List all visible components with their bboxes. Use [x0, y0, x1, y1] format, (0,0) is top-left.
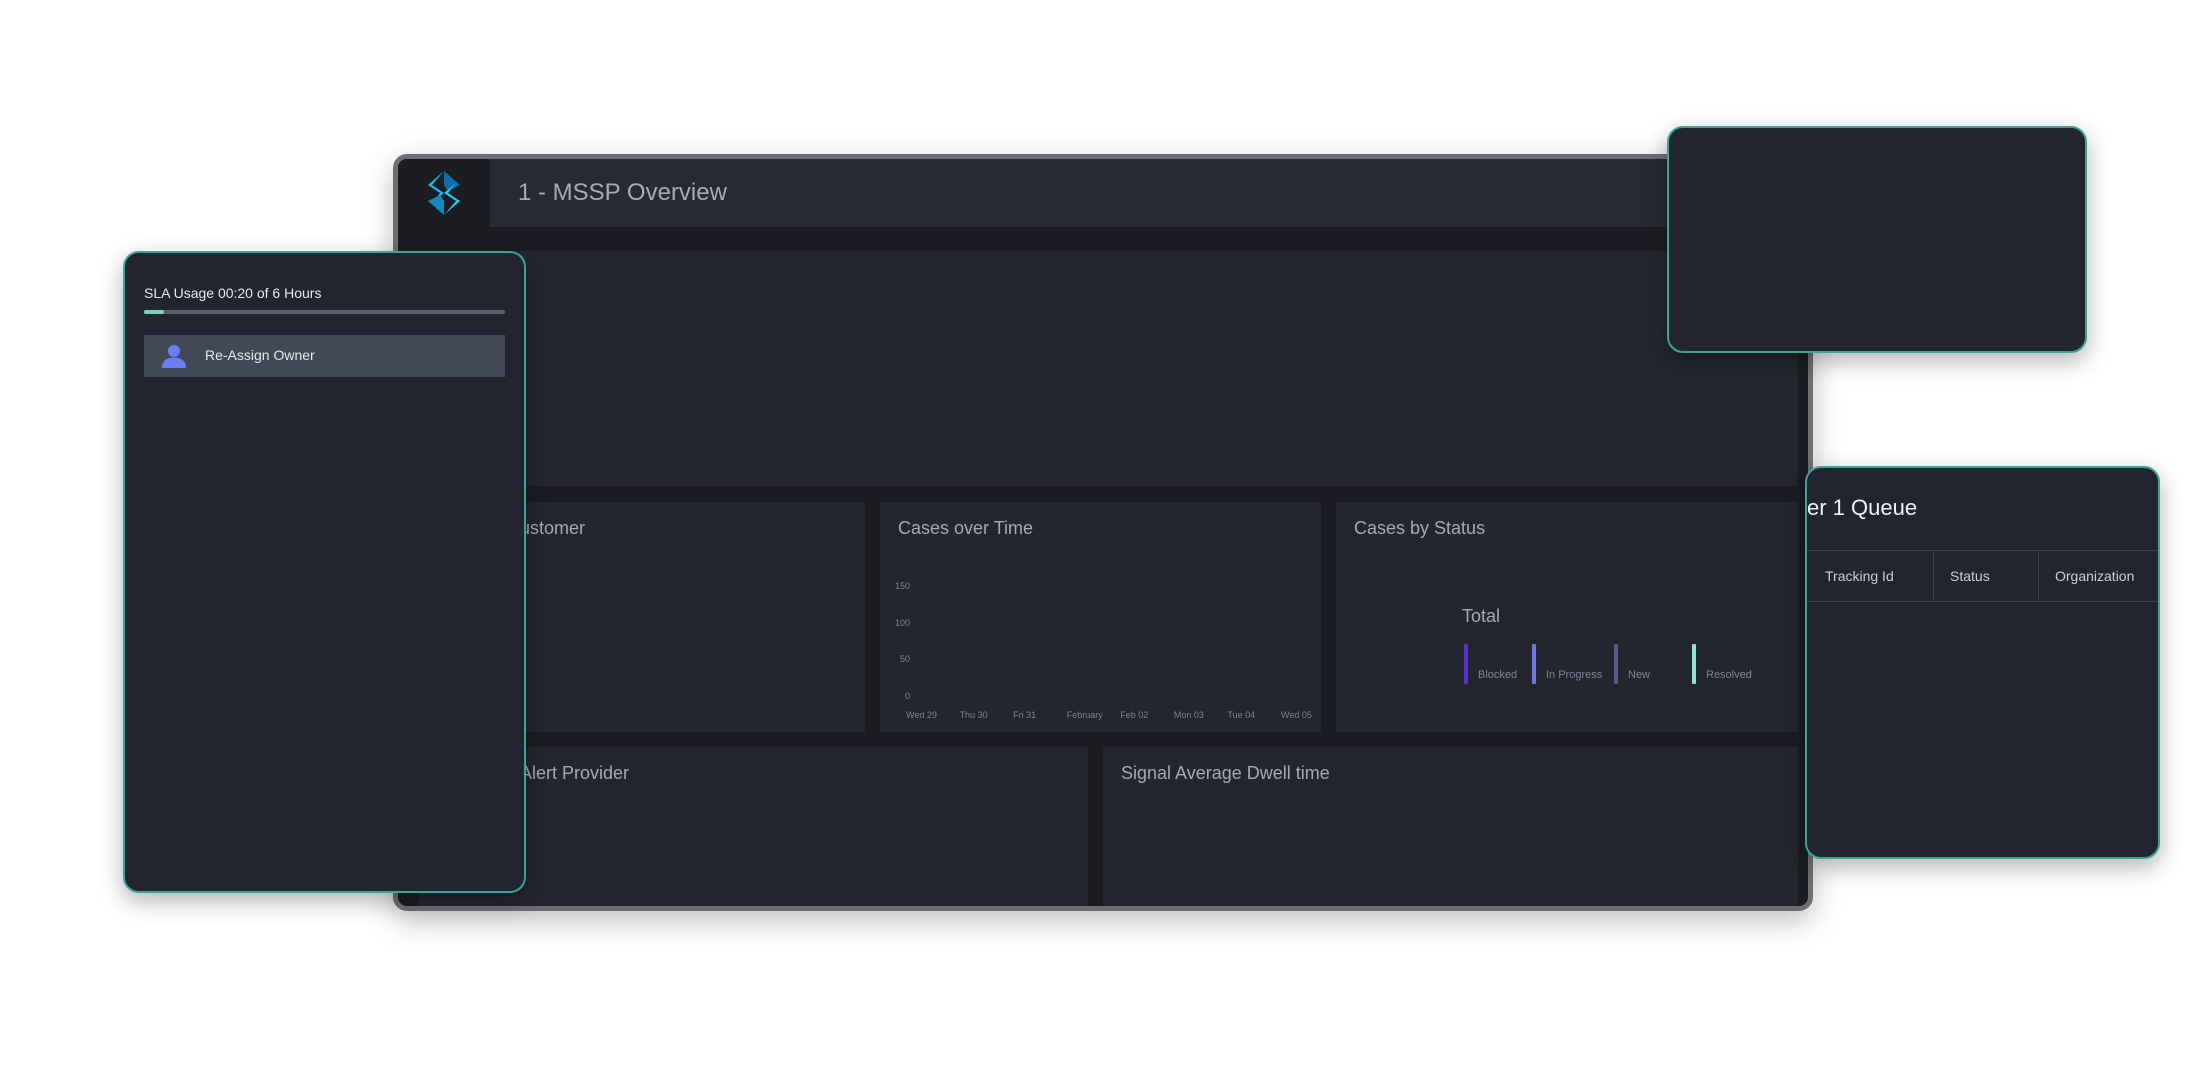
top-bar: 1 - MSSP Overview: [398, 159, 1808, 227]
tier-1-queue-card: er 1 Queue Tracking Id Status Organizati…: [1805, 466, 2160, 859]
logo-icon: [428, 171, 460, 215]
status-legend-label: New: [1628, 669, 1651, 681]
reassign-owner-label: Re-Assign Owner: [205, 347, 315, 363]
app-logo[interactable]: [398, 159, 490, 227]
panel-title: ustomer: [520, 518, 586, 538]
dwell-time-panel: Signal Average Dwell time: [1103, 747, 1798, 906]
y-tick-label: 50: [899, 654, 910, 665]
sla-card: SLA Usage 00:20 of 6 Hours Re-Assign Own…: [123, 251, 526, 893]
cases-over-time-panel: Cases over Time 150 100 50 0 Wed 29 Thu 30 Fri…: [880, 502, 1321, 732]
status-legend-swatch: [1464, 644, 1468, 684]
x-tick-label: Wed 29: [906, 710, 937, 720]
x-tick-label: Feb 02: [1120, 710, 1149, 720]
x-tick-label: Mon 03: [1173, 710, 1204, 720]
status-legend-swatch: [1614, 644, 1618, 684]
x-tick-label: Thu 30: [959, 710, 988, 720]
sla-progress-fill: [144, 310, 165, 314]
x-tick-label: Fri 31: [1013, 710, 1037, 720]
person-icon: [162, 345, 186, 368]
page-title: 1 - MSSP Overview: [518, 179, 727, 206]
summary-panel: [418, 251, 1798, 486]
sla-usage-label: SLA Usage 00:20 of 6 Hours: [144, 285, 322, 301]
column-divider: [2038, 551, 2039, 601]
x-tick-label: February: [1066, 710, 1103, 720]
panel-title: Alert Provider: [520, 763, 630, 783]
reassign-owner-button[interactable]: Re-Assign Owner: [144, 335, 505, 377]
dashboard-window: 1 - MSSP Overview ustomer Cases over Tim…: [393, 154, 1813, 911]
panel-title: Signal Average Dwell time: [1121, 763, 1330, 783]
sla-progress-bar: [144, 310, 505, 314]
status-legend-swatch: [1692, 644, 1696, 684]
y-tick-label: 0: [904, 691, 910, 701]
status-legend: Blocked In Progress New Resolved: [1336, 502, 1798, 732]
x-tick-label: Wed 05: [1281, 710, 1312, 720]
column-header-status[interactable]: Status: [1950, 551, 1990, 601]
cases-over-time-chart: 150 100 50 0 Wed 29 Thu 30 Fri 31 February Feb 0…: [880, 502, 1321, 732]
y-tick-label: 100: [894, 617, 910, 628]
status-legend-swatch: [1532, 644, 1536, 684]
column-divider: [1933, 551, 1934, 601]
cases-by-status-panel: Cases by Status Total Blocked In Progress…: [1336, 502, 1798, 732]
x-tick-label: Tue 04: [1227, 710, 1256, 720]
status-legend-label: Blocked: [1478, 669, 1518, 681]
queue-title: er 1 Queue: [1807, 495, 1918, 520]
status-legend-label: Resolved: [1706, 669, 1752, 681]
column-header-organization[interactable]: Organization: [2055, 551, 2134, 601]
floating-blank-card: [1667, 126, 2087, 353]
queue-table-header: Tracking Id Status Organization: [1807, 550, 2158, 602]
status-legend-label: In Progress: [1546, 669, 1603, 681]
column-header-tracking-id[interactable]: Tracking Id: [1825, 551, 1894, 601]
y-tick-label: 150: [894, 581, 910, 591]
